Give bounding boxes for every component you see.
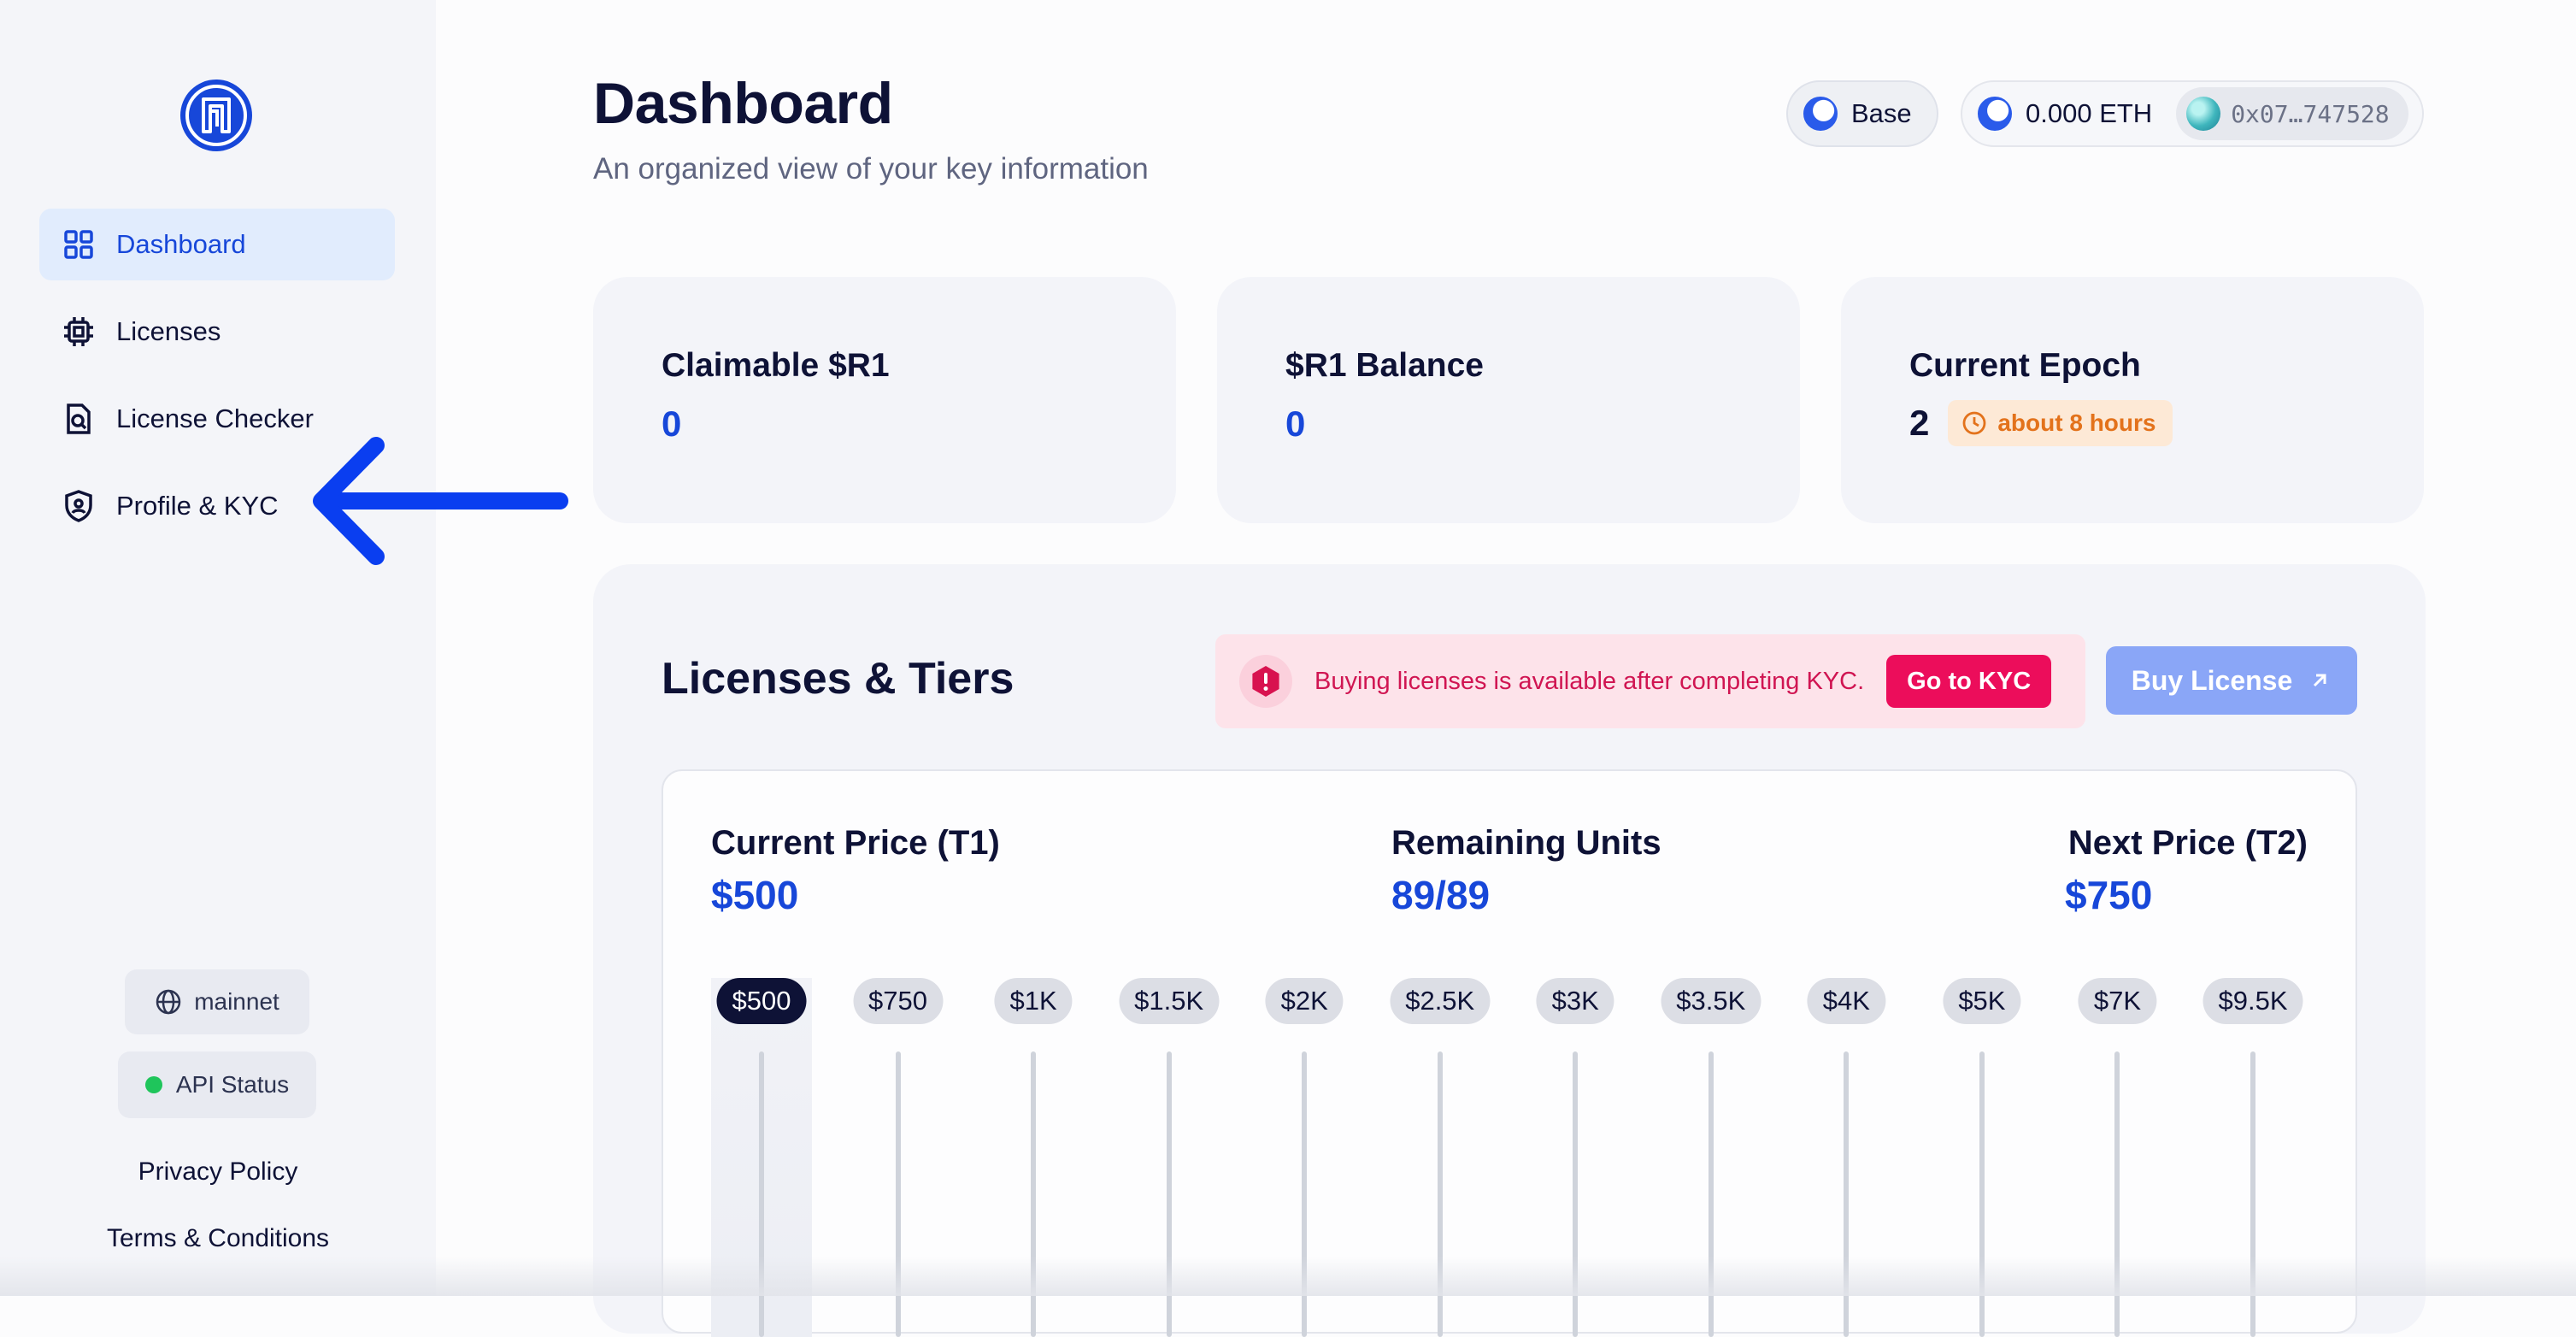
buy-license-label: Buy License [2131, 664, 2293, 696]
page-title: Dashboard [593, 71, 893, 136]
claimable-value: 0 [662, 403, 682, 444]
epoch-value: 2 [1909, 403, 1930, 443]
chain-selector[interactable]: Base [1786, 80, 1938, 147]
clock-icon [1962, 411, 1986, 435]
remaining-units-label: Remaining Units [1391, 824, 1661, 862]
privacy-policy-link[interactable]: Privacy Policy [0, 1157, 436, 1187]
remaining-units-value: 89/89 [1391, 873, 1491, 917]
eth-balance: 0.000 ETH [2026, 98, 2153, 128]
licenses-title: Licenses & Tiers [662, 654, 1015, 704]
network-label: mainnet [194, 988, 279, 1015]
network-selector[interactable]: mainnet [125, 969, 309, 1034]
grid-icon [62, 227, 96, 262]
page-subtitle: An organized view of your key informatio… [593, 152, 1149, 186]
wallet-button[interactable]: 0.000 ETH 0x07…747528 [1961, 80, 2424, 147]
tier-chip[interactable]: $4K [1807, 978, 1885, 1024]
file-search-icon [62, 402, 96, 436]
nav-dashboard[interactable]: Dashboard [39, 209, 395, 280]
epoch-card: Current Epoch 2 about 8 hours [1841, 277, 2424, 523]
nav-profile-kyc-label: Profile & KYC [116, 491, 279, 521]
ratio1-logo-icon[interactable] [178, 77, 255, 154]
nav-licenses-label: Licenses [116, 316, 221, 346]
next-price-value: $750 [2065, 873, 2153, 917]
balance-card: $R1 Balance 0 [1217, 277, 1800, 523]
nav-licenses[interactable]: Licenses [39, 296, 395, 368]
tier-chip[interactable]: $5K [1943, 978, 2021, 1024]
wallet-address-text: 0x07…747528 [2231, 99, 2390, 128]
nav-license-checker-label: License Checker [116, 403, 314, 433]
shield-user-icon [62, 489, 96, 523]
claimable-card: Claimable $R1 0 [593, 277, 1176, 523]
tier-chip[interactable]: $1K [994, 978, 1073, 1024]
eth-balance-icon [1978, 97, 2012, 131]
tier-chip[interactable]: $3.5K [1661, 978, 1761, 1024]
sidebar: Dashboard Licenses License Checker Profi… [0, 0, 436, 1296]
licenses-panel: Licenses & Tiers Buying licenses is avai… [593, 564, 2426, 1337]
status-dot-icon [144, 1076, 162, 1093]
tier-chip[interactable]: $3K [1536, 978, 1614, 1024]
alert-icon [1239, 655, 1292, 708]
kyc-alert: Buying licenses is available after compl… [1215, 634, 2085, 728]
epoch-badge-text: about 8 hours [1997, 409, 2156, 436]
globe-icon [156, 989, 181, 1015]
wallet-address[interactable]: 0x07…747528 [2176, 87, 2408, 140]
tier-chip[interactable]: $2K [1265, 978, 1344, 1024]
arrow-up-right-icon [2314, 674, 2326, 687]
terms-link[interactable]: Terms & Conditions [0, 1224, 436, 1253]
buy-license-button[interactable]: Buy License [2106, 646, 2357, 715]
epoch-time-badge: about 8 hours [1948, 400, 2173, 446]
claimable-label: Claimable $R1 [662, 347, 890, 384]
tier-chip[interactable]: $1.5K [1119, 978, 1220, 1024]
tier-chip[interactable]: $7K [2078, 978, 2157, 1024]
nav-dashboard-label: Dashboard [116, 229, 246, 259]
tier-chip[interactable]: $750 [853, 978, 944, 1024]
balance-label: $R1 Balance [1285, 347, 1484, 384]
next-price-label: Next Price (T2) [2067, 824, 2308, 862]
bottom-fade [0, 1257, 2576, 1296]
tiers-box: Current Price (T1) $500 Remaining Units … [662, 769, 2357, 1337]
balance-value: 0 [1285, 403, 1306, 444]
current-price-value: $500 [711, 873, 799, 917]
epoch-label: Current Epoch [1909, 347, 2141, 384]
kyc-alert-text: Buying licenses is available after compl… [1314, 667, 1865, 695]
tier-chip[interactable]: $2.5K [1390, 978, 1491, 1024]
tier-chip[interactable]: $9.5K [2203, 978, 2303, 1024]
chain-label: Base [1851, 98, 1912, 128]
current-price-label: Current Price (T1) [711, 824, 1000, 862]
wallet-avatar-icon [2186, 97, 2221, 131]
go-to-kyc-button[interactable]: Go to KYC [1886, 655, 2052, 708]
tier-chip[interactable]: $500 [716, 978, 807, 1024]
chip-icon [62, 315, 96, 349]
api-status-button[interactable]: API Status [118, 1051, 316, 1118]
base-chain-icon [1803, 97, 1838, 131]
annotation-arrow-icon [313, 437, 568, 565]
api-status-label: API Status [175, 1071, 290, 1098]
